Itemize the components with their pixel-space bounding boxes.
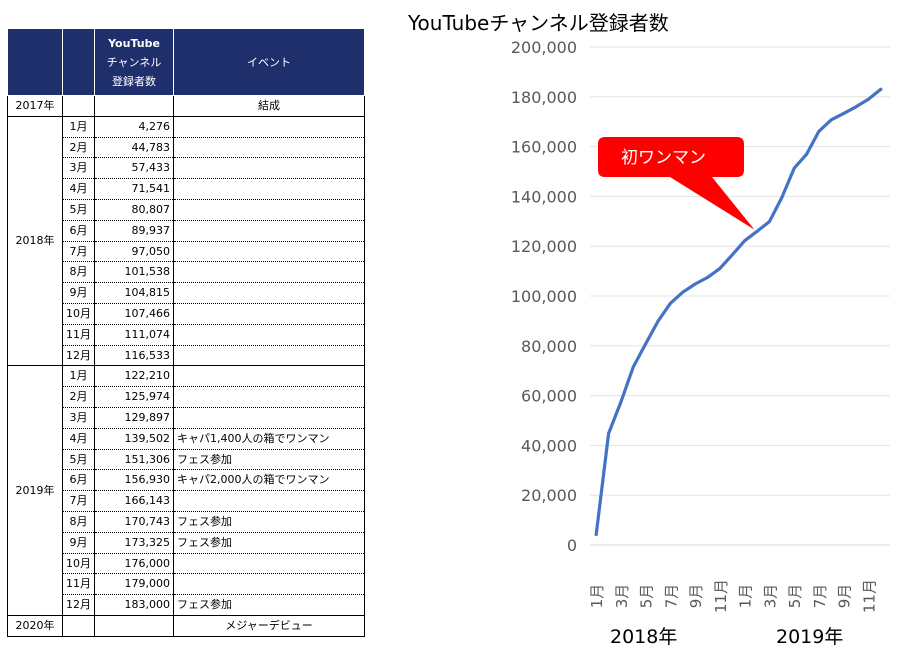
x-tick-label: 11月 [712, 579, 730, 613]
data-point [767, 220, 771, 224]
line-chart: YouTubeチャンネル登録者数 0 20,000 40,000 60,000 80,0… [407, 11, 890, 648]
x-tick-label: 3月 [761, 584, 779, 609]
data-point [780, 196, 784, 200]
x-tick-label: 9月 [687, 584, 705, 609]
x-tick-label: 5月 [638, 584, 656, 609]
year-label: 2018年 [610, 626, 677, 648]
x-tick-label: 5月 [786, 584, 804, 609]
data-point [879, 87, 883, 91]
y-tick-label: 120,000 [511, 237, 577, 256]
data-point [718, 266, 722, 270]
x-tick-label: 9月 [836, 584, 854, 609]
data-point [817, 129, 821, 133]
data-point [681, 290, 685, 294]
data-point [755, 229, 759, 233]
y-tick-label: 140,000 [511, 187, 577, 206]
data-point [805, 152, 809, 156]
y-tick-label: 20,000 [521, 486, 577, 505]
annotation-callout: 初ワンマン [598, 137, 755, 230]
y-tick-label: 160,000 [511, 138, 577, 157]
data-point [743, 239, 747, 243]
data-point [644, 342, 648, 346]
x-axis-ticks: 1月 3月 5月 7月 9月 11月 1月 3月 5月 7月 9月 11月 [588, 579, 878, 613]
y-tick-label: 200,000 [511, 38, 577, 57]
callout-text: 初ワンマン [621, 148, 706, 168]
data-point [656, 319, 660, 323]
data-point [730, 253, 734, 257]
y-tick-label: 60,000 [521, 387, 577, 406]
x-tick-label: 1月 [737, 584, 755, 609]
data-point [607, 431, 611, 435]
data-point [706, 275, 710, 279]
data-point [619, 400, 623, 404]
data-point [594, 532, 598, 536]
x-tick-label: 11月 [860, 579, 878, 613]
x-tick-label: 7月 [662, 584, 680, 609]
data-point [866, 97, 870, 101]
data-point [693, 282, 697, 286]
x-tick-label: 7月 [811, 584, 829, 609]
y-tick-label: 0 [567, 536, 577, 555]
year-label: 2019年 [776, 626, 843, 648]
x-tick-label: 1月 [588, 584, 606, 609]
chart-title: YouTubeチャンネル登録者数 [407, 11, 669, 35]
y-tick-label: 80,000 [521, 337, 577, 356]
year-labels: 2018年 2019年 [610, 626, 843, 648]
data-point [842, 111, 846, 115]
data-point [792, 166, 796, 170]
y-tick-label: 100,000 [511, 287, 577, 306]
data-point [631, 365, 635, 369]
chart-grid [590, 46, 890, 546]
y-axis-ticks: 0 20,000 40,000 60,000 80,000 100,000 120,000 1… [511, 38, 577, 555]
data-point [854, 105, 858, 109]
y-tick-label: 40,000 [521, 436, 577, 455]
data-point [829, 118, 833, 122]
data-point [668, 301, 672, 305]
y-tick-label: 180,000 [511, 88, 577, 107]
x-tick-label: 3月 [613, 584, 631, 609]
